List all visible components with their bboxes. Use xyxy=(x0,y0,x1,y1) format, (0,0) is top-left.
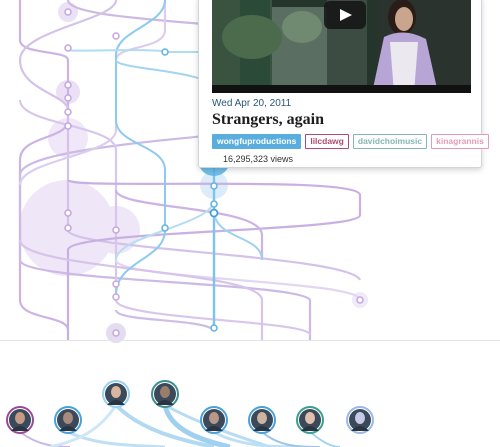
video-node[interactable] xyxy=(64,94,72,102)
channel-line xyxy=(67,49,214,53)
video-node[interactable] xyxy=(64,8,72,16)
play-button[interactable] xyxy=(324,1,366,29)
channel-tag-lilcdawg[interactable]: lilcdawg xyxy=(305,134,349,149)
video-node[interactable] xyxy=(356,296,364,304)
video-node[interactable] xyxy=(64,122,72,130)
channel-line xyxy=(114,309,215,331)
channel-line xyxy=(18,0,167,186)
play-icon xyxy=(340,9,352,21)
channel-tag-davidchoimusic[interactable]: davidchoimusic xyxy=(352,134,428,149)
channel-avatar-3[interactable] xyxy=(101,379,131,409)
channel-avatar-8[interactable] xyxy=(345,405,375,435)
video-node[interactable] xyxy=(64,108,72,116)
channel-tag-kinagrannis[interactable]: kinagrannis xyxy=(431,134,489,149)
video-tooltip: Wed Apr 20, 2011 Strangers, again wongfu… xyxy=(198,0,489,168)
channel-avatar-4[interactable] xyxy=(150,379,180,409)
video-node[interactable] xyxy=(210,200,218,208)
video-node[interactable] xyxy=(64,44,72,52)
channel-avatar-2[interactable] xyxy=(53,405,83,435)
channel-avatar-1[interactable] xyxy=(5,405,35,435)
video-node[interactable] xyxy=(64,209,72,217)
channel-avatar-6[interactable] xyxy=(247,405,277,435)
video-node[interactable] xyxy=(161,48,169,56)
video-node[interactable] xyxy=(209,208,219,218)
video-node[interactable] xyxy=(112,329,120,337)
channel-avatar-7[interactable] xyxy=(295,405,325,435)
video-node[interactable] xyxy=(112,280,120,288)
video-node[interactable] xyxy=(112,293,120,301)
video-date: Wed Apr 20, 2011 xyxy=(212,98,292,109)
video-thumbnail[interactable] xyxy=(212,0,471,93)
video-node[interactable] xyxy=(210,182,218,190)
video-node[interactable] xyxy=(161,224,169,232)
channel-avatar-5[interactable] xyxy=(199,405,229,435)
video-title[interactable]: Strangers, again xyxy=(212,111,324,129)
view-count: 16,295,323 views xyxy=(223,154,294,164)
channel-tags: wongfuproductions lilcdawg davidchoimusic k… xyxy=(212,134,489,149)
video-node[interactable] xyxy=(64,224,72,232)
timeline-bottom-divider xyxy=(0,340,500,341)
video-node[interactable] xyxy=(210,324,218,332)
video-node[interactable] xyxy=(112,32,120,40)
video-node[interactable] xyxy=(64,81,72,89)
video-node[interactable] xyxy=(112,226,120,234)
channel-tag-wongfuproductions[interactable]: wongfuproductions xyxy=(212,134,302,149)
